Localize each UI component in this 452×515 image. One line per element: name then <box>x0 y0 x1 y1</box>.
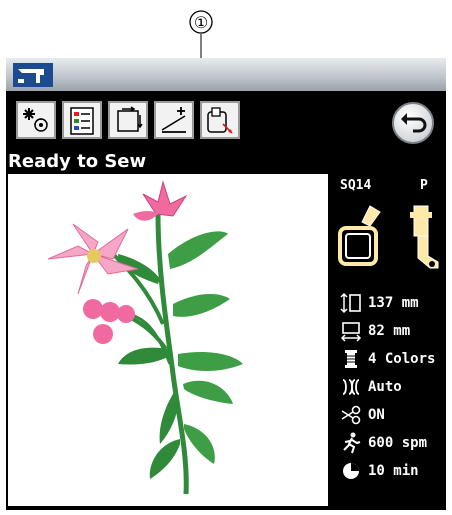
design-width-row: 82 mm <box>340 320 410 342</box>
height-icon <box>340 292 362 314</box>
title-bar <box>6 58 446 91</box>
thread-spool-icon <box>340 348 362 370</box>
trace-button[interactable] <box>108 101 148 139</box>
time-row: 10 min <box>340 460 419 482</box>
thread-cut-value: Auto <box>368 379 402 395</box>
thread-colors-button[interactable] <box>16 101 56 139</box>
trace-frame-icon <box>117 106 143 132</box>
flower-stitch-icon <box>23 108 48 132</box>
status-text: Ready to Sew <box>8 151 147 172</box>
jump-cut-value: ON <box>368 407 385 423</box>
colors-value: 4 Colors <box>368 351 436 367</box>
back-button[interactable] <box>392 102 434 144</box>
callout-number: ① <box>194 13 208 32</box>
speed-value: 600 spm <box>368 435 428 451</box>
color-list-button[interactable] <box>62 101 102 139</box>
machine-screen: Ready to Sew SQ14 P 137 mm 82 mm 4 Color… <box>6 58 446 510</box>
width-icon <box>340 320 362 342</box>
scissors-icon <box>340 404 362 426</box>
foot-label: P <box>420 178 428 193</box>
presser-foot-icon <box>410 205 439 269</box>
hoop-label: SQ14 <box>340 178 372 193</box>
time-value: 10 min <box>368 463 419 479</box>
sewing-machine-icon <box>12 61 54 89</box>
design-height-row: 137 mm <box>340 292 419 314</box>
height-value: 137 mm <box>368 295 419 311</box>
back-arrow-icon <box>401 113 427 133</box>
jump-cut-row: ON <box>340 404 385 426</box>
speed-row: 600 spm <box>340 432 427 454</box>
flower-design-image <box>47 180 243 495</box>
auto-thread-cut-icon <box>340 376 362 398</box>
thread-cut-row: Auto <box>340 376 402 398</box>
running-man-icon <box>340 432 362 454</box>
jog-position-button[interactable] <box>154 101 194 139</box>
clock-icon <box>340 460 362 482</box>
colors-row: 4 Colors <box>340 348 435 370</box>
design-preview <box>8 174 328 506</box>
info-panel: SQ14 P 137 mm 82 mm 4 Colors Auto ON 600… <box>332 174 446 506</box>
hoop-icon <box>338 205 381 266</box>
hoop-position-button[interactable] <box>200 101 240 139</box>
color-list-icon <box>70 107 94 135</box>
width-value: 82 mm <box>368 323 411 339</box>
hoop-move-icon <box>207 107 233 134</box>
jog-adjust-icon <box>161 107 186 133</box>
callout-annotation: ① <box>0 0 452 104</box>
